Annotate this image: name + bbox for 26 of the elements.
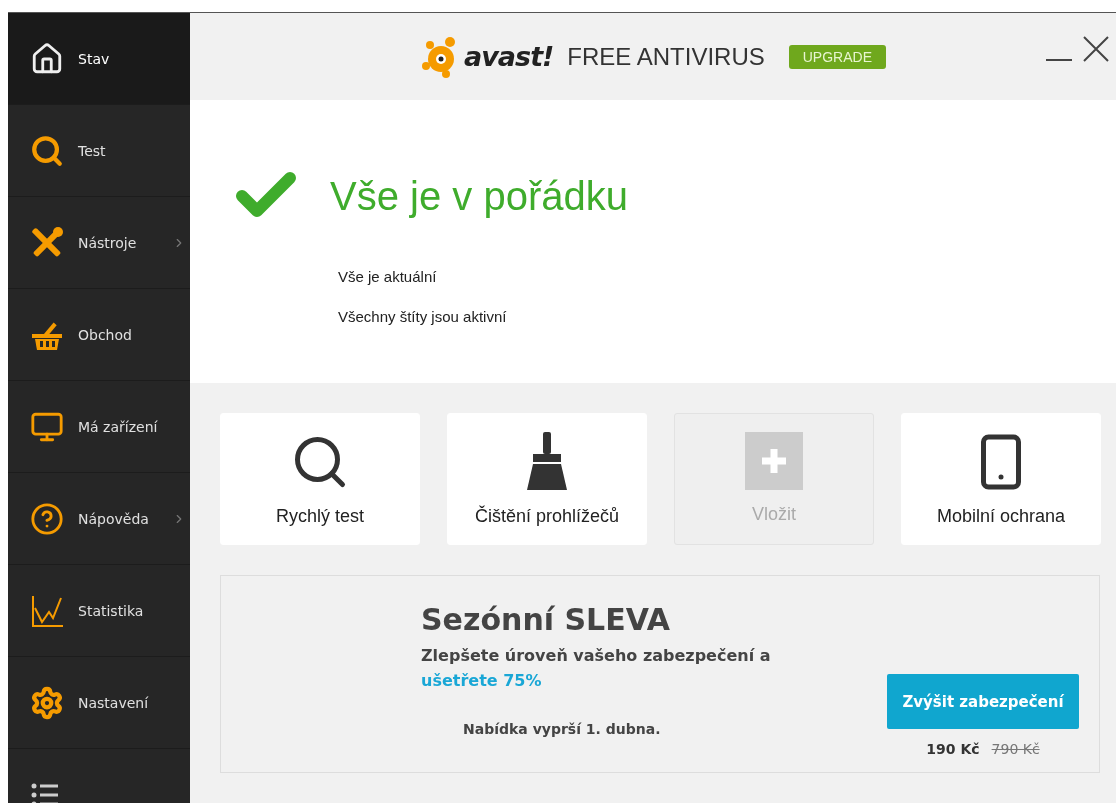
search-icon <box>30 133 64 168</box>
offer-title: Sezónní SLEVA <box>421 602 672 637</box>
home-icon <box>30 41 64 76</box>
offer-expiry: Nabídka vyprší 1. dubna. <box>463 721 662 737</box>
status-text: Všechny štíty jsou aktivní <box>338 306 508 327</box>
discount-text: ušetřete 75% <box>421 671 542 690</box>
minimize-icon <box>1046 59 1072 61</box>
sidebar-item[interactable]: Stav <box>8 13 190 105</box>
close-button[interactable] <box>1082 35 1110 63</box>
status-text: Vše je aktuální <box>338 266 438 287</box>
plus-icon <box>745 432 803 490</box>
minimize-button[interactable] <box>1046 59 1072 63</box>
product-name: FREE ANTIVIRUS <box>567 42 765 71</box>
action-tile[interactable]: Rychlý test <box>220 413 420 545</box>
logo-text: avast! <box>464 41 554 72</box>
status-title: Vše je v pořádku <box>330 173 628 219</box>
offer-text: Zlepšete úroveň vašeho zabezpečení a <box>421 646 771 665</box>
price: 190 Kč <box>926 741 980 757</box>
old-price: 790 Kč <box>991 741 1040 757</box>
chart-icon <box>30 593 64 628</box>
close-icon <box>1082 35 1110 63</box>
action-tile[interactable]: Čištění prohlížečů <box>447 413 647 545</box>
brush-icon <box>525 432 569 492</box>
action-tile[interactable]: Mobilní ochrana <box>901 413 1101 545</box>
help-icon <box>30 501 64 536</box>
settings-icon <box>30 685 64 720</box>
